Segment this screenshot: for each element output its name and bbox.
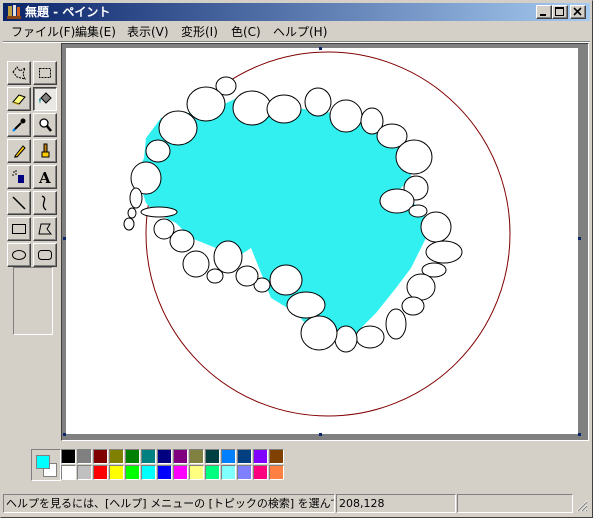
paint-icon[interactable]: [6, 4, 22, 20]
palette-swatch[interactable]: [173, 465, 188, 480]
maximize-icon: [555, 7, 564, 16]
menu-image[interactable]: 変形(I): [181, 24, 218, 40]
curve-icon: [41, 195, 47, 211]
paint-window: 無題 - ペイント ファイル(F) 編集(E) 表示(V) 変形(I) 色(C)…: [0, 0, 593, 518]
palette-swatch[interactable]: [189, 465, 204, 480]
status-help-text: ヘルプを見るには、[ヘルプ] メニューの [トピックの検索] を選んでください。: [3, 494, 335, 513]
tool-polygon[interactable]: [33, 217, 57, 241]
palette-swatch[interactable]: [125, 449, 140, 464]
palette-swatch[interactable]: [205, 465, 220, 480]
rounded-rect-icon: [38, 250, 52, 260]
text-icon: A: [38, 169, 51, 185]
toolbox: A: [7, 61, 59, 441]
palette-swatch[interactable]: [61, 449, 76, 464]
polygon-icon: [38, 223, 53, 235]
magnifier-icon: [39, 118, 52, 132]
tool-options-box[interactable]: [13, 267, 53, 335]
palette-swatch[interactable]: [109, 465, 124, 480]
pencil-icon: [14, 145, 26, 158]
menu-help[interactable]: ヘルプ(H): [273, 24, 327, 40]
tool-rectangle[interactable]: [7, 217, 31, 241]
brush-icon: [41, 143, 50, 158]
menu-edit[interactable]: 編集(E): [75, 24, 116, 40]
tool-brush[interactable]: [33, 139, 57, 163]
minimize-button[interactable]: [536, 5, 552, 19]
palette-swatch[interactable]: [221, 449, 236, 464]
window-title: 無題 - ペイント: [25, 5, 111, 19]
palette-swatch[interactable]: [157, 449, 172, 464]
tool-rect-select[interactable]: [33, 61, 57, 85]
handle-bottom-left: [63, 433, 66, 436]
palette-swatch[interactable]: [253, 449, 268, 464]
resize-handle-right[interactable]: [578, 237, 581, 240]
current-colors[interactable]: [31, 449, 61, 481]
tool-airbrush[interactable]: [7, 165, 31, 189]
palette-swatch[interactable]: [253, 465, 268, 480]
palette-swatch[interactable]: [93, 465, 108, 480]
palette-swatch[interactable]: [125, 465, 140, 480]
palette-swatch[interactable]: [141, 465, 156, 480]
tool-curve[interactable]: [33, 191, 57, 215]
palette-swatch[interactable]: [237, 465, 252, 480]
close-icon: [573, 7, 582, 16]
palette-swatch[interactable]: [189, 449, 204, 464]
tool-magnifier[interactable]: [33, 113, 57, 137]
status-coordinates: 208,128: [336, 494, 456, 513]
minimize-icon: [540, 14, 546, 16]
tool-pencil[interactable]: [7, 139, 31, 163]
airbrush-icon: [12, 170, 24, 183]
tool-color-picker[interactable]: [7, 113, 31, 137]
tool-rounded-rect[interactable]: [33, 243, 57, 267]
palette-swatch[interactable]: [109, 449, 124, 464]
tool-ellipse[interactable]: [7, 243, 31, 267]
resize-handle-bottom[interactable]: [319, 433, 322, 436]
rectangle-icon: [12, 224, 26, 234]
tool-free-select[interactable]: [7, 61, 31, 85]
palette-swatch[interactable]: [237, 449, 252, 464]
palette-swatch[interactable]: [77, 449, 92, 464]
palette-swatch[interactable]: [205, 449, 220, 464]
tool-line[interactable]: [7, 191, 31, 215]
status-size: [457, 494, 573, 513]
tool-eraser[interactable]: [7, 87, 31, 111]
menu-bar: ファイル(F) 編集(E) 表示(V) 変形(I) 色(C) ヘルプ(H): [3, 22, 590, 41]
resize-handle-top[interactable]: [319, 47, 322, 50]
handle-left: [63, 237, 66, 240]
drawing: [123, 51, 511, 417]
resize-handle-corner[interactable]: [578, 433, 581, 436]
palette-swatch[interactable]: [173, 449, 188, 464]
title-bar[interactable]: 無題 - ペイント: [3, 3, 590, 21]
resize-grip-icon[interactable]: [576, 500, 588, 512]
palette-swatch[interactable]: [77, 465, 92, 480]
drawing-canvas[interactable]: [66, 48, 578, 434]
free-select-icon: [12, 66, 26, 80]
palette-swatch[interactable]: [61, 465, 76, 480]
svg-text:A: A: [38, 169, 51, 185]
close-button[interactable]: [570, 5, 586, 19]
tool-fill[interactable]: [33, 87, 57, 111]
palette-swatch[interactable]: [157, 465, 172, 480]
color-box: [3, 443, 590, 493]
palette-swatch[interactable]: [93, 449, 108, 464]
palette-swatch[interactable]: [269, 465, 284, 480]
fill-bucket-icon: [39, 92, 52, 104]
tool-text[interactable]: A: [33, 165, 57, 189]
menu-colors[interactable]: 色(C): [231, 24, 261, 40]
status-bar: ヘルプを見るには、[ヘルプ] メニューの [トピックの検索] を選んでください。…: [3, 494, 590, 515]
line-icon: [12, 196, 26, 210]
maximize-button[interactable]: [552, 5, 568, 19]
palette-swatches: [61, 449, 291, 481]
color-picker-icon: [12, 118, 26, 132]
ellipse-icon: [12, 250, 26, 260]
foreground-color-swatch: [36, 455, 50, 469]
palette-swatch[interactable]: [269, 449, 284, 464]
menu-file[interactable]: ファイル(F): [11, 24, 75, 40]
palette-swatch[interactable]: [141, 449, 156, 464]
eraser-icon: [12, 94, 26, 105]
rect-select-icon: [39, 68, 51, 78]
canvas-scroll-area: [61, 43, 589, 441]
palette-swatch[interactable]: [221, 465, 236, 480]
menu-view[interactable]: 表示(V): [127, 24, 169, 40]
